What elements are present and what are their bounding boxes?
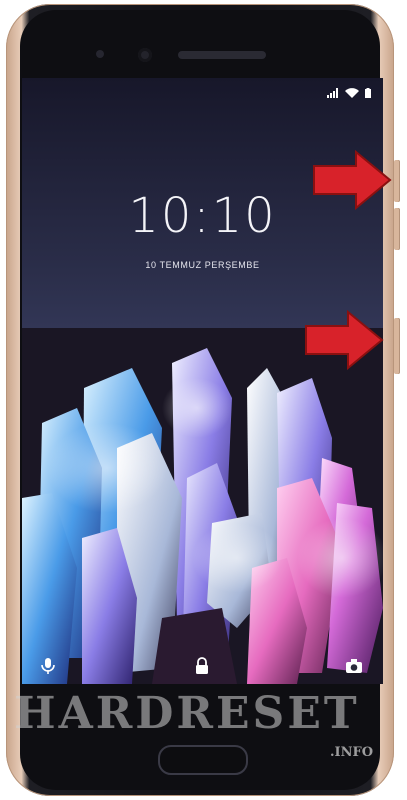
- microphone-icon[interactable]: [38, 656, 58, 676]
- volume-down-button[interactable]: [394, 208, 400, 250]
- watermark-brand: HARDRESET: [14, 688, 360, 739]
- wifi-icon: [345, 88, 359, 98]
- arrow-to-volume-up: [313, 150, 392, 210]
- signal-icon: [327, 88, 338, 98]
- front-camera: [138, 48, 152, 62]
- power-button[interactable]: [394, 318, 400, 374]
- volume-up-button[interactable]: [394, 160, 400, 202]
- camera-icon[interactable]: [344, 656, 364, 676]
- lockscreen-date: 10 TEMMUZ PERŞEMBE: [145, 260, 260, 270]
- arrow-to-power: [305, 310, 384, 370]
- watermark-suffix: .INFO: [330, 745, 374, 760]
- lock-icon[interactable]: [192, 656, 212, 676]
- proximity-sensor: [96, 50, 104, 58]
- lockscreen-shortcuts: [22, 648, 383, 684]
- battery-icon: [365, 88, 371, 98]
- home-button[interactable]: [158, 745, 248, 775]
- status-bar: [327, 88, 371, 98]
- earpiece-speaker: [178, 51, 266, 59]
- crystal-wallpaper: [22, 328, 383, 684]
